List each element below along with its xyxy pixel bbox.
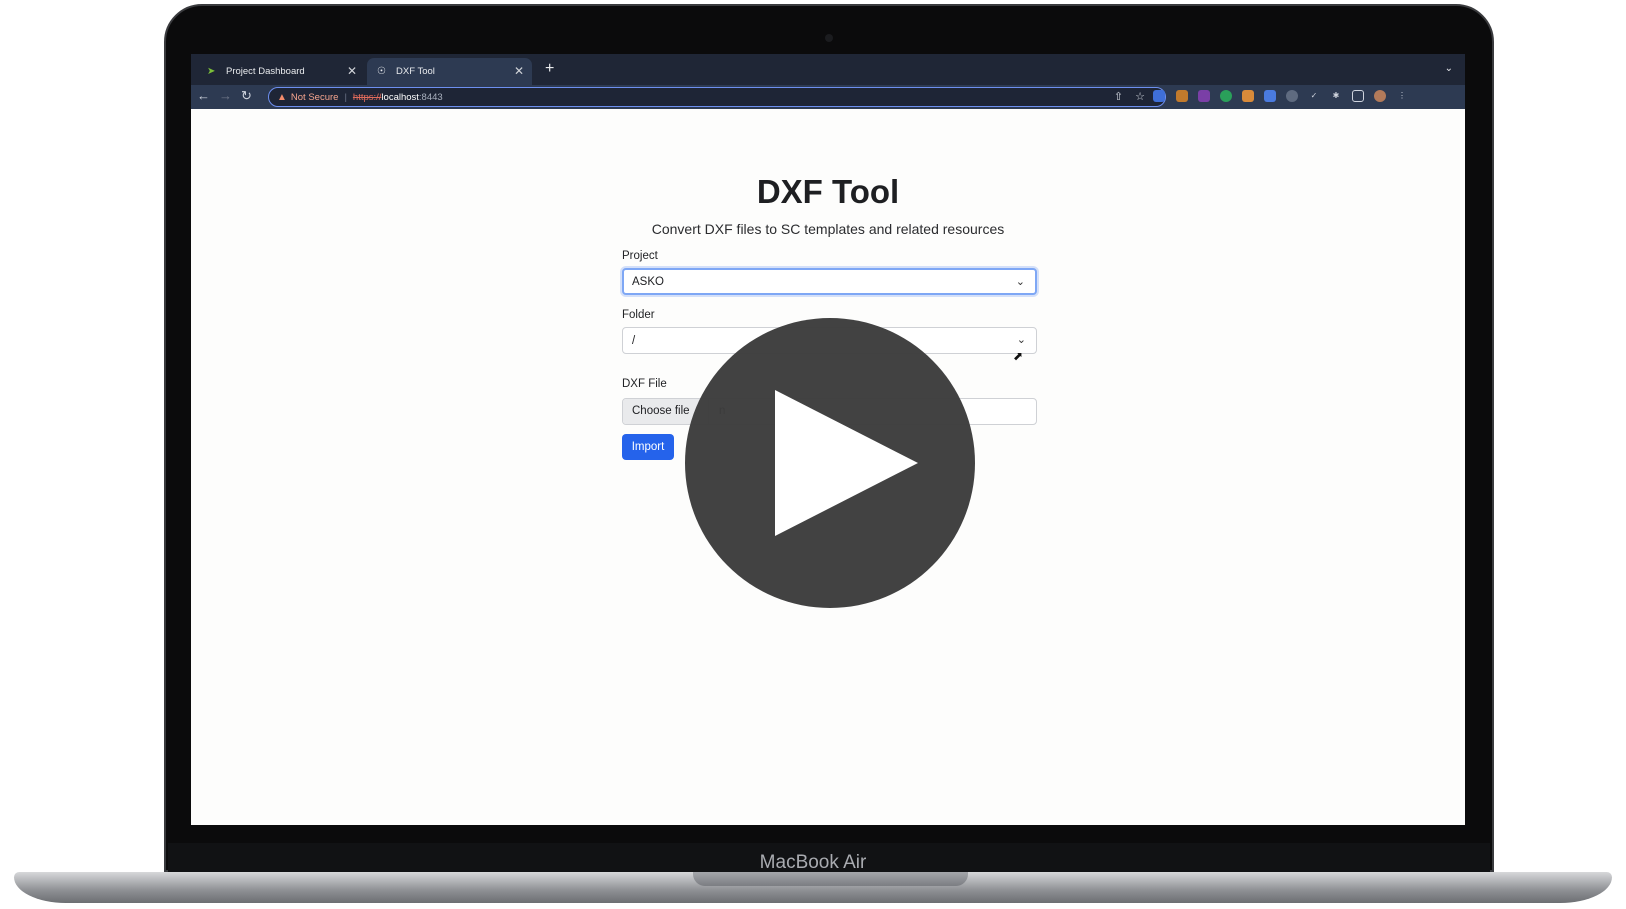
page-title: DXF Tool [756,173,900,210]
extension-icon[interactable] [1286,90,1298,102]
extension-icon[interactable] [1220,90,1232,102]
url-host: localhost [381,91,419,103]
extension-icon[interactable] [1242,90,1254,102]
close-icon[interactable]: ✕ [347,64,357,78]
tab-project-dashboard[interactable]: ➤ Project Dashboard ✕ [197,58,365,85]
reload-icon[interactable]: ↻ [241,88,252,104]
extension-icon[interactable] [1153,90,1165,102]
tab-title: DXF Tool [396,66,435,77]
tab-dxf-tool[interactable]: ☉ DXF Tool ✕ [367,58,532,85]
warning-icon: ▲ [277,91,287,103]
browser-toolbar: ← → ↻ ▲ Not Secure | https:// localhost … [191,85,1465,109]
forward-arrow-icon[interactable]: → [219,88,232,103]
tab-search-chevron-icon[interactable]: ⌄ [1445,63,1453,74]
laptop-brand-label: MacBook Air [759,852,867,873]
play-icon [775,390,918,536]
share-bookmark-icons[interactable]: ⇧☆ [1114,90,1157,103]
project-select-value: ASKO [632,276,664,288]
browser-tab-strip: ➤ Project Dashboard ✕ ☉ DXF Tool ✕ + ⌄ [191,54,1465,85]
url-scheme: https:// [352,91,382,103]
puzzle-icon[interactable]: ✱ [1330,90,1342,102]
tab-title: Project Dashboard [226,66,305,77]
extension-icon[interactable] [1176,90,1188,102]
mouse-cursor-icon: ⬈ [1013,349,1024,363]
dxf-file-label: DXF File [622,378,667,390]
project-select[interactable]: ASKO ⌄ [622,268,1037,295]
address-bar[interactable]: ▲ Not Secure | https:// localhost :8443 … [268,87,1166,107]
extension-icon[interactable]: ✓ [1308,90,1320,102]
side-panel-icon[interactable] [1352,90,1364,102]
video-thumbnail: MacBook Air ➤ Project Dashboard ✕ ☉ DXF … [0,0,1626,909]
address-separator: | [344,91,347,103]
import-button[interactable]: Import [622,434,674,460]
security-label[interactable]: Not Secure [291,92,339,103]
new-tab-icon[interactable]: + [545,60,554,78]
webcam [825,34,833,42]
project-label: Project [622,250,658,262]
chevron-down-icon: ⌄ [1016,334,1026,346]
url-port: :8443 [418,91,443,103]
laptop-hinge-notch [693,872,968,886]
extension-icon[interactable] [1198,90,1210,102]
back-arrow-icon[interactable]: ← [197,88,210,103]
kebab-menu-icon[interactable]: ⋮ [1396,90,1408,102]
avatar[interactable] [1374,90,1386,102]
folder-label: Folder [622,309,655,321]
chevron-logo-icon: ➤ [207,66,216,77]
chevron-down-icon: ⌄ [1015,276,1025,288]
folder-select-value: / [632,335,636,347]
translate-icon[interactable] [1264,90,1276,102]
page-subtitle: Convert DXF files to SC templates and re… [651,221,1005,237]
globe-icon: ☉ [377,66,386,77]
close-icon[interactable]: ✕ [514,64,524,78]
